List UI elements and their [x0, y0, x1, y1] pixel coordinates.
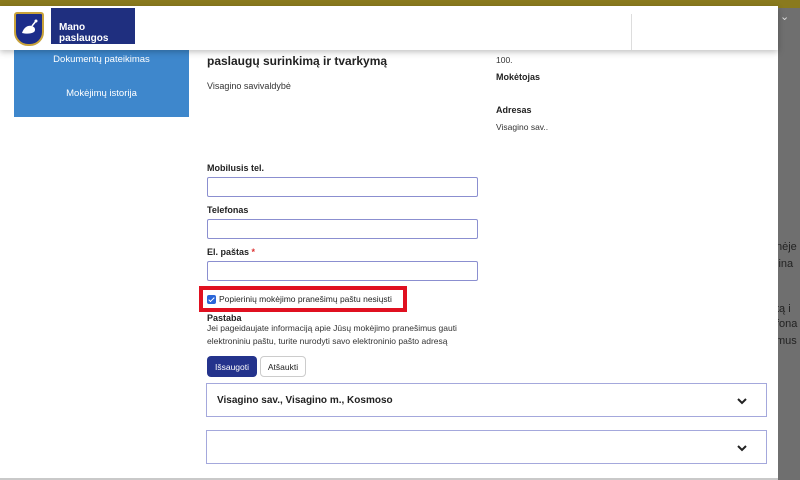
address-value: Visagino sav.. [496, 122, 549, 132]
phone-label: Telefonas [207, 205, 249, 215]
service-title: paslaugų surinkimą ir tvarkymą [207, 54, 388, 68]
background-chevron-icon: ⌄ [780, 11, 790, 23]
sidebar-item-payment-history[interactable]: Mokėjimų istorija [14, 88, 189, 99]
cancel-button[interactable]: Atšaukti [260, 356, 306, 377]
help-text-line: Jei pageidaujate informaciją apie Jūsų m… [207, 323, 457, 333]
email-label: El. paštas * [207, 247, 255, 257]
save-button[interactable]: Išsaugoti [207, 356, 257, 377]
email-label-text: El. paštas [207, 247, 250, 257]
background-text: lina [776, 258, 794, 270]
background-text: mus [776, 335, 797, 347]
phone-input[interactable] [207, 219, 478, 239]
paper-notice-checkbox[interactable] [207, 295, 216, 304]
site-header: Mano paslaugos [0, 6, 778, 50]
second-accordion[interactable] [206, 430, 767, 464]
chevron-down-icon[interactable] [736, 442, 748, 454]
service-municipality: Visagino savivaldybė [207, 81, 291, 91]
mobile-label: Mobilusis tel. [207, 163, 265, 173]
paper-notice-label[interactable]: Popierinių mokėjimo pranešimų paštu nesi… [219, 294, 392, 304]
chevron-down-icon[interactable] [736, 395, 748, 407]
required-mark: * [251, 247, 256, 257]
brand-title[interactable]: Mano paslaugos [51, 8, 135, 44]
background-text: nėje [776, 241, 797, 253]
address-label: Adresas [496, 105, 532, 115]
address-accordion[interactable]: Visagino sav., Visagino m., Kosmoso [206, 383, 767, 417]
accordion-title: Visagino sav., Visagino m., Kosmoso [217, 395, 393, 406]
header-search-area[interactable] [512, 14, 632, 50]
background-text: fona [776, 318, 798, 330]
amount-value: 100. [496, 55, 513, 65]
mobile-input[interactable] [207, 177, 478, 197]
help-text-line: elektroniniu paštu, turite nurodyti savo… [207, 336, 448, 346]
email-input[interactable] [207, 261, 478, 281]
background-text: tą i [776, 303, 791, 315]
payment-settings-modal: Mano paslaugos Dokumentų pateikimas Mokė… [0, 6, 778, 480]
sidebar-item-documents[interactable]: Dokumentų pateikimas [14, 54, 189, 65]
payer-label: Mokėtojas [496, 72, 541, 82]
crest-icon[interactable] [14, 12, 44, 46]
sidebar: Dokumentų pateikimas Mokėjimų istorija [14, 50, 189, 117]
